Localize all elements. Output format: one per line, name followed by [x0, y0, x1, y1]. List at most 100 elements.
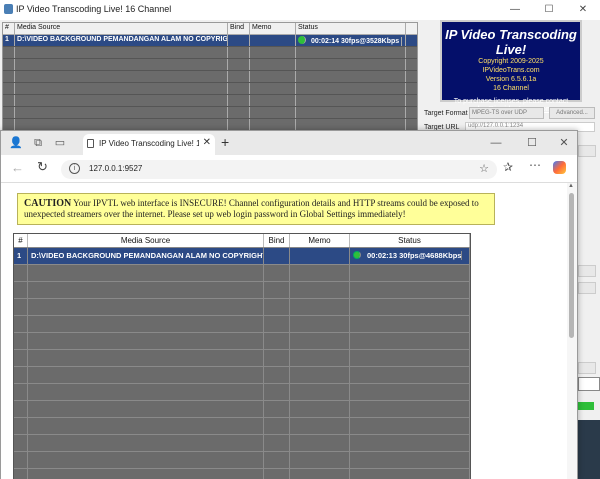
favorite-star-icon[interactable]: ☆: [479, 162, 489, 175]
banner-title: IP Video Transcoding Live!: [445, 27, 577, 57]
web-table-row[interactable]: [14, 469, 470, 479]
side-button-2[interactable]: [578, 265, 596, 277]
workspaces-icon[interactable]: ⧉: [31, 136, 45, 150]
scroll-up-icon[interactable]: ▲: [568, 183, 574, 189]
scroll-thumb[interactable]: [569, 193, 574, 338]
app-title: IP Video Transcoding Live! 16 Channel: [16, 4, 172, 14]
caution-text: Your IPVTL web interface is INSECURE! Ch…: [24, 198, 479, 219]
scrollbar[interactable]: ▲: [567, 183, 577, 479]
table-row[interactable]: [3, 71, 417, 83]
web-table-row[interactable]: [14, 384, 470, 401]
web-table-cell: [28, 435, 264, 451]
web-table-row[interactable]: [14, 299, 470, 316]
maximize-icon[interactable]: ☐: [525, 136, 539, 150]
table-row[interactable]: 1 D:\VIDEO BACKGROUND PEMANDANGAN ALAM N…: [3, 35, 417, 47]
web-table-row[interactable]: [14, 282, 470, 299]
web-table-cell: [28, 418, 264, 434]
back-icon[interactable]: ←: [11, 160, 24, 175]
side-button-1[interactable]: [578, 145, 596, 157]
web-row-source: D:\VIDEO BACKGROUND PEMANDANGAN ALAM NO …: [28, 248, 264, 264]
table-row[interactable]: [3, 59, 417, 71]
status-ok-icon: [353, 251, 361, 259]
web-table-row[interactable]: [14, 350, 470, 367]
row-memo: [250, 35, 296, 46]
table-cell: [3, 83, 15, 94]
table-row[interactable]: [3, 47, 417, 59]
favorites-icon[interactable]: ✰: [503, 160, 513, 174]
table-cell: [15, 119, 228, 130]
table-cell: [228, 119, 250, 130]
tab-actions-icon[interactable]: ▭: [53, 136, 67, 150]
side-preview: [578, 420, 600, 479]
web-table-cell: [350, 452, 470, 468]
table-cell: [15, 59, 228, 70]
target-format-select[interactable]: MPEG-TS over UDP: [469, 107, 544, 119]
web-table-cell: [264, 333, 290, 349]
side-level-meter: [578, 402, 594, 410]
web-col-media-source: Media Source: [28, 234, 264, 247]
url-field[interactable]: i 127.0.0.1:9527 ☆: [61, 160, 497, 179]
web-table-row[interactable]: [14, 435, 470, 452]
web-table-cell: [28, 316, 264, 332]
web-table-row[interactable]: [14, 418, 470, 435]
web-table-row[interactable]: [14, 367, 470, 384]
web-table-cell: [350, 418, 470, 434]
table-cell: [228, 47, 250, 58]
web-table-cell: [264, 367, 290, 383]
table-row[interactable]: [3, 107, 417, 119]
maximize-button[interactable]: ☐: [538, 2, 560, 18]
table-cell: [296, 83, 406, 94]
close-button[interactable]: ✕: [572, 2, 594, 18]
page-icon: [87, 139, 94, 148]
web-table-cell: [290, 299, 350, 315]
web-table-row[interactable]: [14, 316, 470, 333]
web-table-cell: [28, 384, 264, 400]
web-table-cell: [14, 401, 28, 417]
profile-icon[interactable]: 👤: [9, 136, 23, 150]
more-icon[interactable]: ⋯: [529, 158, 541, 172]
browser-window: 👤 ⧉ ▭ IP Video Transcoding Live! 16 Cha …: [0, 130, 578, 479]
row-source: D:\VIDEO BACKGROUND PEMANDANGAN ALAM NO …: [15, 35, 228, 46]
banner-copyright: Copyright 2009-2025: [478, 58, 544, 65]
web-table-cell: [290, 316, 350, 332]
web-table-cell: [350, 401, 470, 417]
table-row[interactable]: [3, 83, 417, 95]
close-icon[interactable]: ✕: [557, 136, 571, 150]
copilot-icon[interactable]: [553, 161, 566, 174]
table-cell: [228, 83, 250, 94]
target-format-label: Target Format: [424, 110, 468, 117]
new-tab-button[interactable]: +: [221, 134, 229, 150]
tab-active[interactable]: IP Video Transcoding Live! 16 Cha ✕: [83, 134, 215, 155]
web-table-cell: [264, 401, 290, 417]
table-cell: [296, 95, 406, 106]
banner-channels: 16 Channel: [493, 85, 529, 92]
web-table-cell: [290, 384, 350, 400]
address-bar: ← ↻ i 127.0.0.1:9527 ☆ ✰ ⋯: [1, 155, 577, 183]
col-media-source: Media Source: [15, 23, 228, 34]
info-icon[interactable]: i: [69, 163, 80, 174]
web-table-row[interactable]: [14, 333, 470, 350]
table-cell: [296, 107, 406, 118]
table-row[interactable]: [3, 95, 417, 107]
web-table-row[interactable]: 1 D:\VIDEO BACKGROUND PEMANDANGAN ALAM N…: [14, 248, 470, 265]
web-table-cell: [28, 350, 264, 366]
status-ok-icon: [298, 36, 306, 44]
table-cell: [3, 107, 15, 118]
web-table-cell: [290, 367, 350, 383]
web-table-row[interactable]: [14, 265, 470, 282]
minimize-button[interactable]: —: [504, 2, 526, 18]
web-col-status: Status: [350, 234, 470, 247]
web-table-row[interactable]: [14, 452, 470, 469]
web-table-cell: [290, 418, 350, 434]
advanced-button[interactable]: Advanced...: [549, 107, 595, 119]
tab-close-icon[interactable]: ✕: [203, 137, 211, 148]
row-num: 1: [3, 35, 15, 46]
minimize-icon[interactable]: —: [489, 136, 503, 150]
banner-purchase: To purchase licenses, please contact: [453, 98, 569, 105]
table-cell: [250, 47, 296, 58]
web-table-row[interactable]: [14, 401, 470, 418]
table-cell: [250, 59, 296, 70]
side-button-3[interactable]: [578, 282, 596, 294]
refresh-icon[interactable]: ↻: [37, 159, 48, 175]
side-button-4[interactable]: [578, 362, 596, 374]
